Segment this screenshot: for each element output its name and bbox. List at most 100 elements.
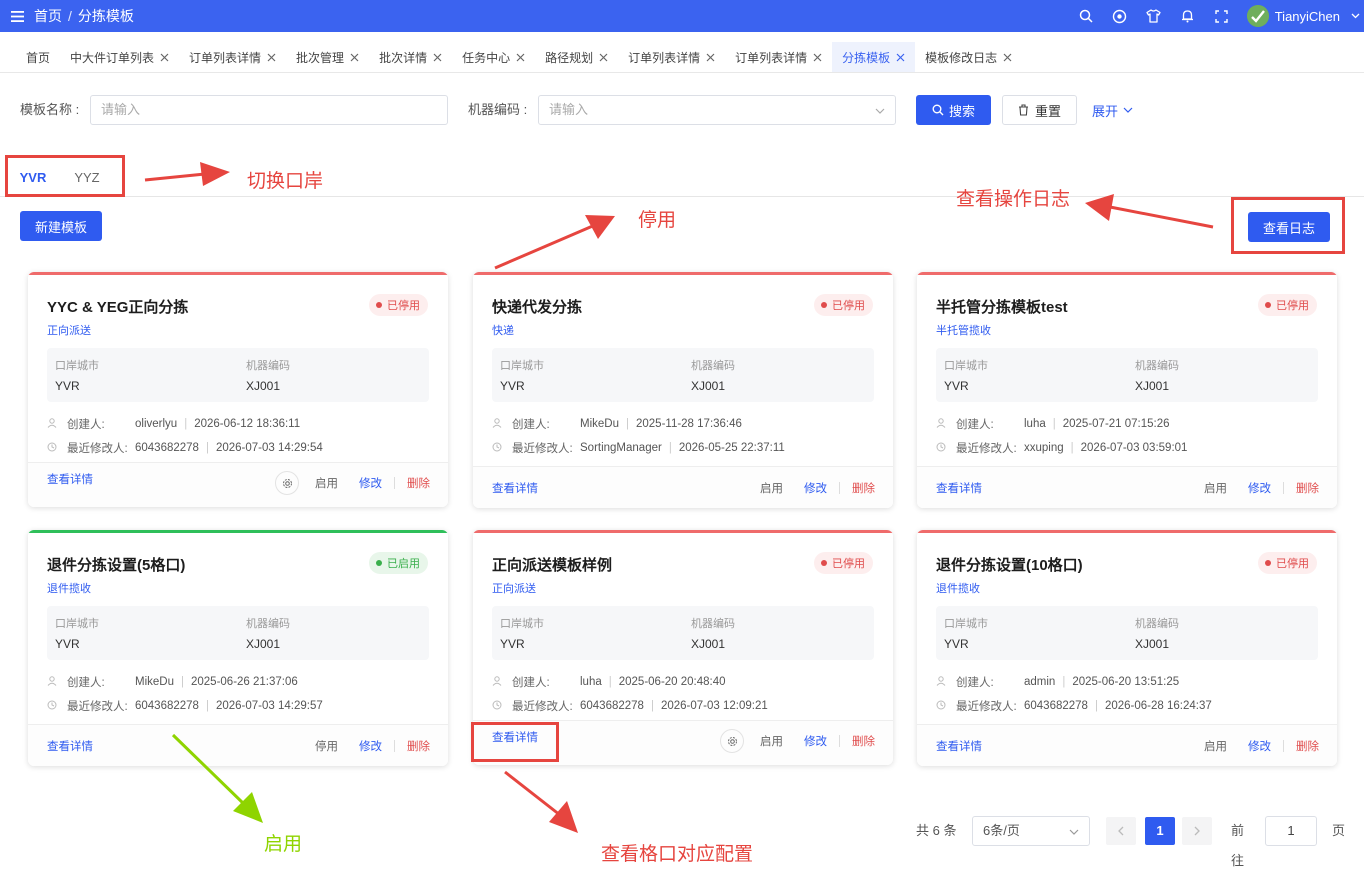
search-button[interactable]: 搜索 <box>916 95 991 125</box>
goto-page-input[interactable]: 1 <box>1265 816 1317 846</box>
creator-label: 创建人: <box>956 677 994 689</box>
card-info-panel: 口岸城市 机器编码 YVR XJ001 <box>492 606 874 660</box>
view-detail-link[interactable]: 查看详情 <box>936 738 982 754</box>
close-icon[interactable] <box>350 50 359 64</box>
close-icon[interactable] <box>433 50 442 64</box>
chevron-left-icon <box>1118 826 1124 836</box>
view-detail-link[interactable]: 查看详情 <box>936 480 982 496</box>
page-size-select[interactable]: 6条/页 <box>972 816 1090 846</box>
toggle-status-button[interactable]: 启用 <box>1204 480 1227 496</box>
next-page-button[interactable] <box>1182 817 1212 845</box>
toggle-status-button[interactable]: 启用 <box>1204 738 1227 754</box>
modified-at: 2026-07-03 14:29:54 <box>215 442 323 454</box>
trash-icon <box>1018 104 1028 116</box>
expand-link[interactable]: 展开 <box>1092 95 1133 125</box>
card-title: 半托管分拣模板test <box>936 299 1068 316</box>
machine-code-value: XJ001 <box>691 379 726 393</box>
divider <box>394 477 395 489</box>
new-template-button[interactable]: 新建模板 <box>20 211 102 241</box>
page-number-current[interactable]: 1 <box>1145 817 1175 845</box>
edit-button[interactable]: 修改 <box>359 738 382 754</box>
modifier-name: SortingManager <box>580 442 662 454</box>
search-button-label: 搜索 <box>948 103 975 119</box>
close-icon[interactable] <box>160 50 169 64</box>
machine-code-select[interactable]: 请输入 <box>538 95 896 125</box>
close-icon[interactable] <box>896 50 905 64</box>
card-title: 退件分拣设置(10格口) <box>936 557 1083 574</box>
modifier-label: 最近修改人: <box>956 443 1017 455</box>
card-info-panel: 口岸城市 机器编码 YVR XJ001 <box>936 348 1318 402</box>
annotation-view-grid-config: 查看格口对应配置 <box>601 844 754 865</box>
delete-button[interactable]: 删除 <box>1296 738 1319 754</box>
edit-button[interactable]: 修改 <box>1248 480 1271 496</box>
breadcrumb-home[interactable]: 首页 <box>34 6 62 26</box>
edit-button[interactable]: 修改 <box>359 475 382 491</box>
username[interactable]: TianyiChen <box>1275 9 1340 24</box>
tab-10[interactable]: 模板修改日志 <box>915 42 1022 72</box>
chevron-right-icon <box>1194 826 1200 836</box>
search-form: 模板名称 : 请输入 机器编码 : 请输入 搜索 重置 展开 <box>20 95 1220 125</box>
tab-2[interactable]: 订单列表详情 <box>179 42 286 72</box>
tab-3[interactable]: 批次管理 <box>286 42 369 72</box>
delete-button[interactable]: 删除 <box>407 475 430 491</box>
tab-1[interactable]: 中大件订单列表 <box>60 42 179 72</box>
toggle-status-button[interactable]: 停用 <box>315 738 338 754</box>
close-icon[interactable] <box>1003 50 1012 64</box>
delete-button[interactable]: 删除 <box>407 738 430 754</box>
avatar[interactable] <box>1246 5 1269 27</box>
search-icon[interactable] <box>1069 0 1103 32</box>
reset-button[interactable]: 重置 <box>1002 95 1077 125</box>
edit-button[interactable]: 修改 <box>1248 738 1271 754</box>
modifier-row: 最近修改人: SortingManager | 2026-05-25 22:37… <box>492 440 785 456</box>
port-city-label: 口岸城市 <box>55 618 99 630</box>
language-icon[interactable] <box>1103 0 1137 32</box>
tab-5[interactable]: 任务中心 <box>452 42 535 72</box>
tab-7[interactable]: 订单列表详情 <box>618 42 725 72</box>
chevron-down-icon[interactable] <box>1346 13 1364 19</box>
view-detail-link[interactable]: 查看详情 <box>492 480 538 496</box>
tab-0[interactable]: 首页 <box>16 42 60 72</box>
close-icon[interactable] <box>706 50 715 64</box>
divider <box>1283 482 1284 494</box>
delete-button[interactable]: 删除 <box>852 733 875 749</box>
menu-icon[interactable] <box>0 0 34 32</box>
close-icon[interactable] <box>599 50 608 64</box>
separator: | <box>180 676 184 688</box>
port-city-value: YVR <box>500 637 525 651</box>
tab-6[interactable]: 路径规划 <box>535 42 618 72</box>
close-icon[interactable] <box>267 50 276 64</box>
machine-code-label: 机器编码 <box>691 618 735 630</box>
card-info-panel: 口岸城市 机器编码 YVR XJ001 <box>936 606 1318 660</box>
fullscreen-icon[interactable] <box>1205 0 1239 32</box>
bell-icon[interactable] <box>1171 0 1205 32</box>
modified-at: 2026-05-25 22:37:11 <box>678 442 785 454</box>
status-badge: 已停用 <box>1258 552 1317 574</box>
close-icon[interactable] <box>813 50 822 64</box>
toggle-status-button[interactable]: 启用 <box>315 475 338 491</box>
tab-8[interactable]: 订单列表详情 <box>725 42 832 72</box>
delete-button[interactable]: 删除 <box>852 480 875 496</box>
card-actions: 启用 修改 删除 <box>720 729 875 753</box>
tab-9[interactable]: 分拣模板 <box>832 42 916 72</box>
edit-button[interactable]: 修改 <box>804 480 827 496</box>
close-icon[interactable] <box>516 50 525 64</box>
edit-button[interactable]: 修改 <box>804 733 827 749</box>
port-city-value: YVR <box>55 637 80 651</box>
gear-icon[interactable] <box>275 471 299 495</box>
template-name-input[interactable]: 请输入 <box>90 95 448 125</box>
toggle-status-button[interactable]: 启用 <box>760 480 783 496</box>
delete-button[interactable]: 删除 <box>1296 480 1319 496</box>
view-detail-link[interactable]: 查看详情 <box>47 738 93 754</box>
view-detail-link[interactable]: 查看详情 <box>47 471 93 487</box>
card-footer: 查看详情 停用 修改 删除 <box>28 724 448 766</box>
theme-shirt-icon[interactable] <box>1137 0 1171 32</box>
template-name-label: 模板名称 : <box>20 102 80 117</box>
card-actions: 停用 修改 删除 <box>315 738 430 754</box>
gear-icon[interactable] <box>720 729 744 753</box>
status-text: 已停用 <box>832 300 865 312</box>
prev-page-button[interactable] <box>1106 817 1136 845</box>
tab-4[interactable]: 批次详情 <box>369 42 452 72</box>
toggle-status-button[interactable]: 启用 <box>760 733 783 749</box>
